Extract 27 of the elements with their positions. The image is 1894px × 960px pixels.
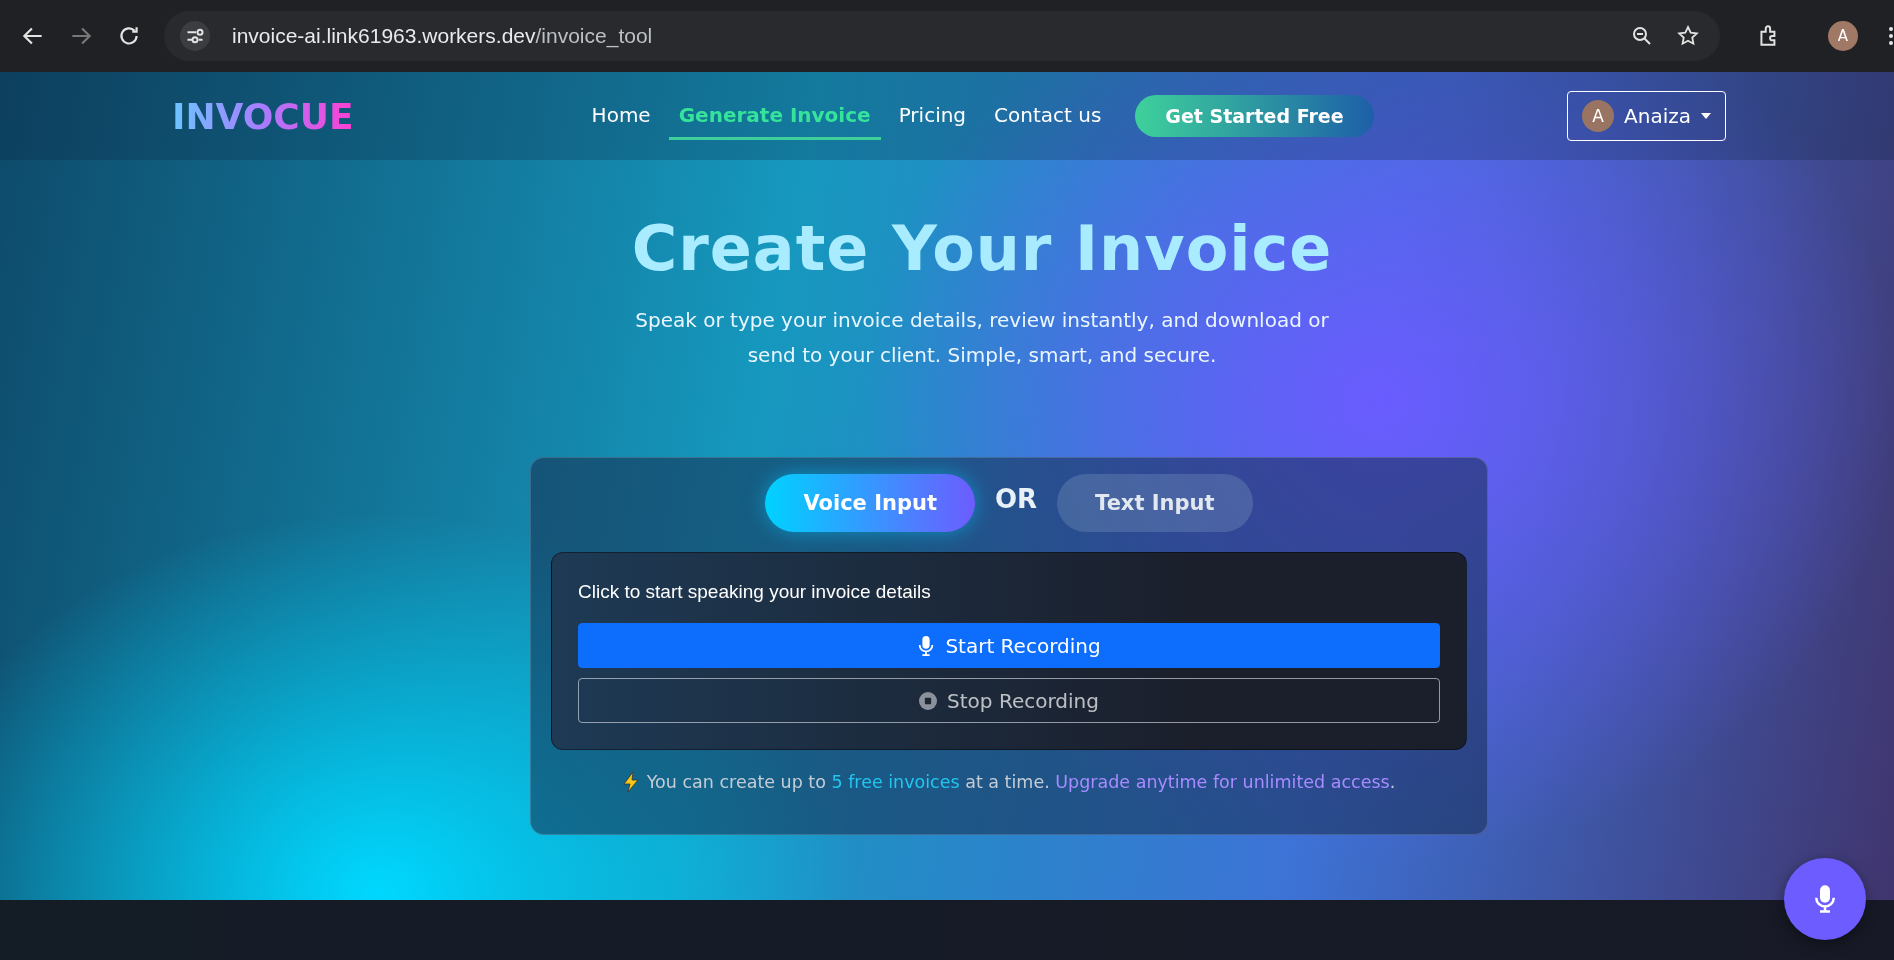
site-settings-icon[interactable] bbox=[180, 21, 210, 51]
mode-tab[interactable]: Text Input bbox=[1057, 474, 1253, 532]
mode-tab[interactable]: Voice Input bbox=[765, 474, 975, 532]
address-bar[interactable]: invoice-ai.link61963.workers.dev/invoice_tool bbox=[164, 11, 1720, 61]
nav-link[interactable]: Pricing bbox=[888, 92, 977, 140]
nav-link[interactable]: Generate Invoice bbox=[668, 92, 881, 140]
usage-note: You can create up to 5 free invoices at a time. Upgrade anytime for unlimited access. bbox=[646, 772, 1396, 792]
page-title: Create Your Invoice bbox=[631, 212, 1333, 285]
nav-link[interactable]: Contact us bbox=[984, 92, 1112, 140]
star-icon[interactable] bbox=[1676, 24, 1700, 48]
start-recording-button[interactable]: Start Recording bbox=[578, 623, 1440, 668]
upgrade-link[interactable]: Upgrade anytime for unlimited access bbox=[1055, 772, 1390, 792]
menu-icon[interactable] bbox=[1888, 24, 1894, 48]
user-menu-button[interactable]: A Anaiza bbox=[1567, 91, 1726, 141]
url-text: invoice-ai.link61963.workers.dev/invoice_tool bbox=[232, 24, 654, 48]
caret-icon bbox=[1701, 113, 1711, 119]
microphone-icon bbox=[917, 635, 936, 656]
lightning-icon bbox=[622, 772, 639, 792]
nav-link[interactable]: Home bbox=[581, 92, 661, 140]
microphone-icon bbox=[1815, 885, 1835, 913]
get-started-button[interactable]: Get Started Free bbox=[1135, 95, 1374, 137]
user-avatar: A bbox=[1582, 100, 1615, 132]
profile-avatar[interactable]: A bbox=[1828, 21, 1858, 51]
page-subtitle: Speak or type your invoice details, review instantly, and download or send to your client. Simple, smart, and secure. bbox=[634, 307, 1330, 369]
stop-icon bbox=[919, 690, 938, 711]
or-separator: OR bbox=[994, 484, 1038, 514]
voice-prompt: Click to start speaking your invoice details bbox=[578, 581, 932, 603]
